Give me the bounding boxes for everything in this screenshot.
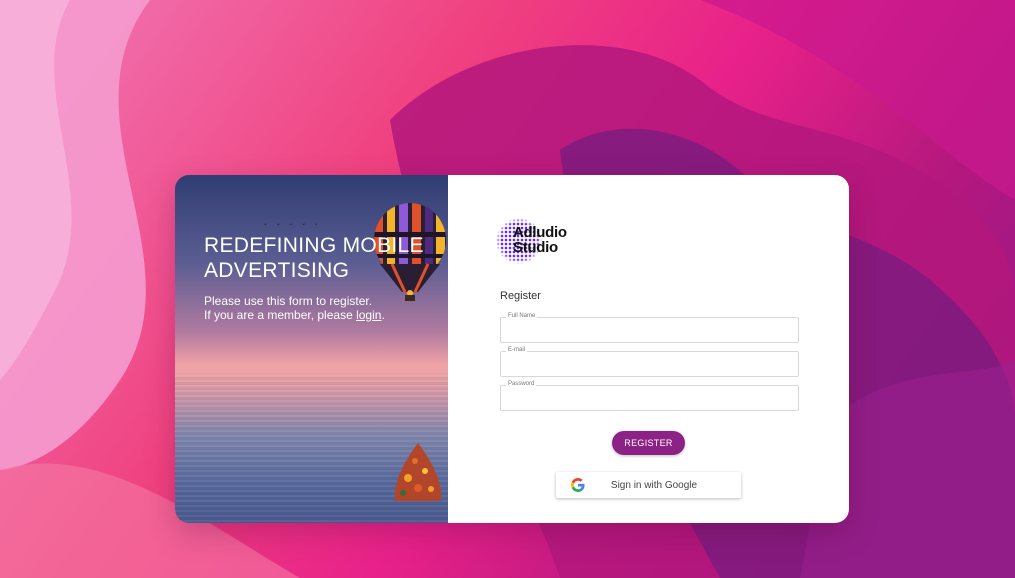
register-card: ⌄ ⌄ ⌄ ⌄ ⌄ REDEFINING MOBILE ADVERTISING … — [175, 175, 849, 523]
logo-line2: Studio — [513, 239, 558, 256]
hero-message-prefix: If you are a member, please — [204, 308, 357, 322]
brand-logo: Adludio Studio — [496, 216, 576, 266]
island-tree-image — [394, 443, 442, 501]
password-label: Password — [506, 381, 537, 387]
hero-panel: ⌄ ⌄ ⌄ ⌄ ⌄ REDEFINING MOBILE ADVERTISING … — [175, 175, 448, 523]
google-signin-label: Sign in with Google — [610, 479, 698, 491]
email-label: E-mail — [506, 347, 528, 353]
password-field: Password — [500, 381, 799, 411]
email-field: E-mail — [500, 347, 799, 377]
email-input[interactable] — [501, 352, 798, 376]
hero-headline: REDEFINING MOBILE ADVERTISING — [204, 234, 424, 282]
hero-message-suffix: . — [381, 308, 385, 322]
hero-message-line1: Please use this form to register. — [204, 294, 373, 308]
google-signin-button[interactable]: Sign in with Google — [556, 472, 741, 498]
password-input[interactable] — [501, 386, 798, 410]
full-name-field: Full Name — [500, 313, 799, 343]
birds-decoration: ⌄ ⌄ ⌄ ⌄ ⌄ — [263, 221, 322, 227]
login-link[interactable]: login — [356, 308, 381, 322]
google-g-icon — [571, 478, 585, 492]
form-panel: Adludio Studio Register Full Name E-mail… — [448, 175, 849, 523]
full-name-label: Full Name — [506, 313, 538, 319]
logo-text: Adludio Studio — [513, 225, 567, 255]
full-name-input[interactable] — [501, 318, 798, 342]
form-title: Register — [500, 290, 541, 302]
register-button[interactable]: REGISTER — [612, 431, 685, 455]
logo-line1: Adludio — [513, 224, 567, 241]
hero-message: Please use this form to register. If you… — [204, 294, 385, 322]
hero-message-line2: If you are a member, please login. — [204, 308, 385, 322]
